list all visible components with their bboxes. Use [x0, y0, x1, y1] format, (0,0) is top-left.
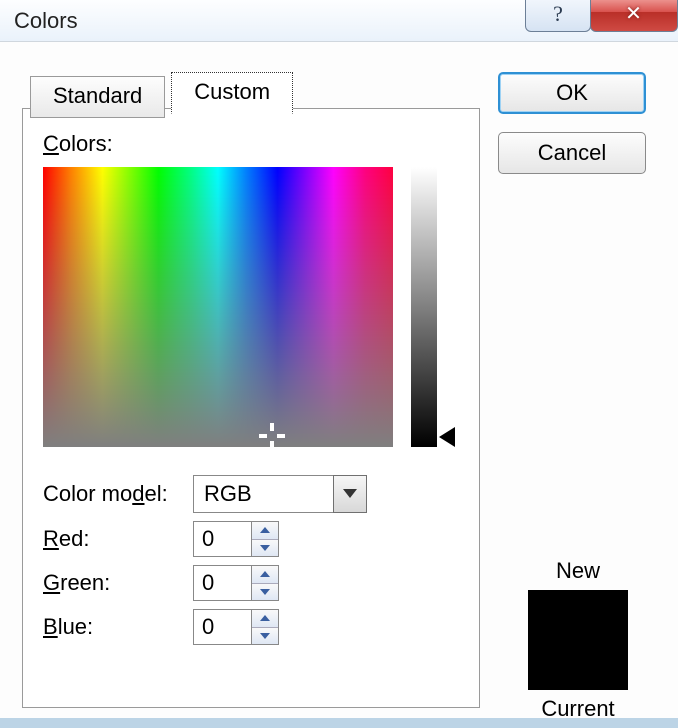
close-button[interactable]: ✕ — [590, 0, 678, 32]
ok-button[interactable]: OK — [498, 72, 646, 114]
client-area: Standard Custom Colors: Color model: RGB — [0, 42, 678, 718]
color-preview: New Current — [508, 552, 648, 728]
blue-input[interactable] — [193, 609, 251, 645]
blue-spin-down[interactable] — [252, 628, 278, 645]
green-row: Green: — [43, 565, 459, 601]
window-title: Colors — [14, 8, 78, 34]
red-spinner — [193, 521, 279, 557]
blue-spinner — [193, 609, 279, 645]
blue-row: Blue: — [43, 609, 459, 645]
current-label: Current — [508, 696, 648, 722]
luminance-pointer-icon[interactable] — [439, 427, 455, 447]
tabstrip: Standard Custom — [30, 72, 299, 114]
triangle-up-icon — [260, 527, 270, 533]
close-icon: ✕ — [625, 1, 643, 26]
tab-custom[interactable]: Custom — [171, 72, 293, 114]
red-spin-up[interactable] — [252, 522, 278, 540]
new-label: New — [508, 558, 648, 584]
tab-standard[interactable]: Standard — [30, 76, 165, 118]
help-icon: ? — [553, 1, 563, 27]
custom-panel: Colors: Color model: RGB Re — [22, 108, 480, 708]
new-color-swatch — [528, 590, 628, 690]
green-input[interactable] — [193, 565, 251, 601]
blue-label: Blue: — [43, 614, 193, 640]
triangle-down-icon — [260, 589, 270, 595]
chevron-down-icon — [343, 489, 357, 499]
luminance-slider[interactable] — [411, 167, 437, 447]
blue-spin-up[interactable] — [252, 610, 278, 628]
red-row: Red: — [43, 521, 459, 557]
green-label: Green: — [43, 570, 193, 596]
window-buttons: ? ✕ — [526, 0, 678, 32]
red-input[interactable] — [193, 521, 251, 557]
color-model-value: RGB — [193, 475, 333, 513]
colors-dialog: Colors ? ✕ Standard Custom Colors: — [0, 0, 678, 718]
red-spin-down[interactable] — [252, 540, 278, 557]
color-model-combo[interactable]: RGB — [193, 475, 367, 513]
red-label: Red: — [43, 526, 193, 552]
green-spin-up[interactable] — [252, 566, 278, 584]
color-model-label: Color model: — [43, 481, 193, 507]
colors-label: Colors: — [43, 131, 459, 157]
triangle-down-icon — [260, 545, 270, 551]
cancel-button[interactable]: Cancel — [498, 132, 646, 174]
titlebar: Colors ? ✕ — [0, 0, 678, 42]
color-spectrum[interactable] — [43, 167, 393, 447]
green-spin-down[interactable] — [252, 584, 278, 601]
right-column: OK Cancel — [498, 72, 658, 192]
color-area — [43, 167, 459, 461]
dropdown-button[interactable] — [333, 475, 367, 513]
help-button[interactable]: ? — [525, 0, 591, 32]
triangle-down-icon — [260, 633, 270, 639]
triangle-up-icon — [260, 615, 270, 621]
green-spinner — [193, 565, 279, 601]
color-model-row: Color model: RGB — [43, 475, 459, 513]
triangle-up-icon — [260, 571, 270, 577]
